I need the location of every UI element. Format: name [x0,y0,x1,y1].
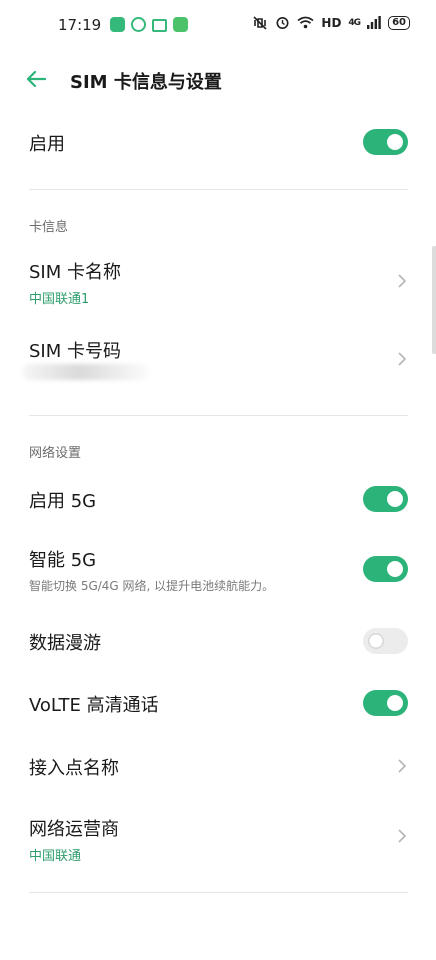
smart-5g-toggle[interactable] [363,556,408,582]
alarm-icon [276,17,289,29]
video-app-icon [152,19,167,32]
signal-icon [367,16,381,29]
network-operator-label: 网络运营商 [29,819,119,840]
apn-row[interactable]: 接入点名称 [0,742,436,792]
battery-icon: 60 [388,15,410,30]
sim-name-label: SIM 卡名称 [29,262,121,283]
sim-number-row[interactable]: SIM 卡号码 [0,330,436,392]
enable-5g-toggle[interactable] [363,486,408,512]
network-operator-row[interactable]: 网络运营商 中国联通 [0,808,436,870]
smart-5g-description: 智能切换 5G/4G 网络, 以提升电池续航能力。 [29,579,275,593]
status-bar: 17:19 HD 4G 60 [0,0,436,52]
divider [29,415,408,416]
status-time: 17:19 [58,16,102,34]
network-section-title: 网络设置 [29,446,82,461]
divider [29,189,408,190]
back-arrow-icon[interactable] [24,67,48,91]
card-info-section-title: 卡信息 [29,220,69,235]
toggle-knob [387,134,403,150]
chevron-right-icon[interactable] [396,758,408,774]
redacted-number [22,364,150,380]
toggle-knob [387,695,403,711]
volte-toggle[interactable] [363,690,408,716]
enable-sim-label: 启用 [29,134,65,155]
chevron-right-icon[interactable] [396,351,408,367]
volte-row[interactable]: VoLTE 高清通话 [0,678,436,728]
data-roaming-row[interactable]: 数据漫游 [0,616,436,666]
toggle-knob [368,633,384,649]
scrollbar[interactable] [432,246,436,354]
system-icons: HD 4G 60 [252,15,410,30]
browser-app-icon [131,17,146,32]
wifi-icon [297,16,314,29]
app-header: SIM 卡信息与设置 [0,56,436,106]
volte-label: VoLTE 高清通话 [29,695,159,716]
hd-indicator: HD [321,15,342,30]
page-title: SIM 卡信息与设置 [70,72,222,93]
chevron-right-icon[interactable] [396,273,408,289]
apn-label: 接入点名称 [29,758,119,779]
data-roaming-toggle[interactable] [363,628,408,654]
smart-5g-label: 智能 5G [29,550,97,571]
enable-5g-label: 启用 5G [29,491,97,512]
enable-5g-row[interactable]: 启用 5G [0,474,436,524]
toggle-knob [387,491,403,507]
enable-sim-toggle[interactable] [363,129,408,155]
enable-sim-row[interactable]: 启用 [0,116,436,170]
sim-name-value: 中国联通1 [29,292,90,307]
notification-icons [110,17,188,32]
divider [29,892,408,893]
data-roaming-label: 数据漫游 [29,633,101,654]
mute-vibrate-icon [253,15,267,30]
signal-type-label: 4G [348,17,361,28]
smart-5g-row[interactable]: 智能 5G 智能切换 5G/4G 网络, 以提升电池续航能力。 [0,538,436,602]
wechat-app-icon [173,17,188,32]
network-operator-value: 中国联通 [29,849,82,864]
sim-name-row[interactable]: SIM 卡名称 中国联通1 [0,250,436,312]
chevron-right-icon[interactable] [396,828,408,844]
toggle-knob [387,561,403,577]
sim-number-label: SIM 卡号码 [29,341,121,362]
message-app-icon [110,17,125,32]
